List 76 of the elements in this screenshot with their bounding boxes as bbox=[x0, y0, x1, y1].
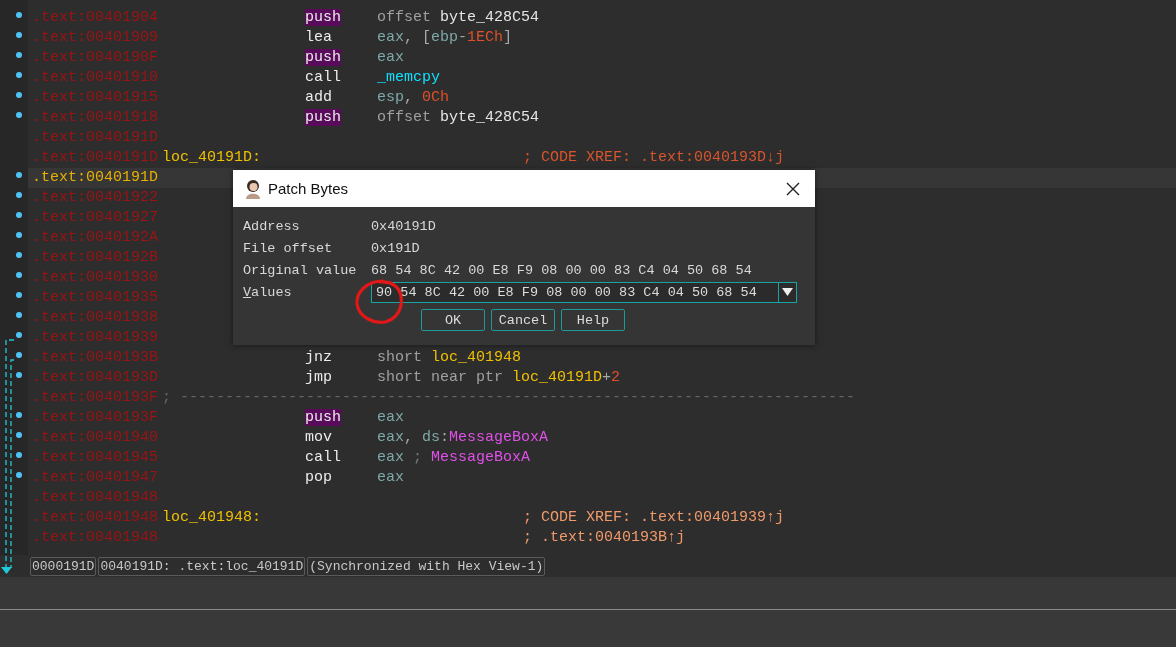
status-cell: 0040191D: .text:loc_40191D bbox=[98, 556, 306, 576]
mnemonic-text: lea bbox=[305, 29, 332, 46]
address-text: .text:0040191D bbox=[31, 148, 160, 168]
comment-text: ; CODE XREF: .text:00401939↑j bbox=[523, 508, 785, 528]
field-label: Address bbox=[243, 218, 301, 234]
address-text: .text:00401930 bbox=[31, 268, 160, 288]
operand-text: eax ; MessageBoxA bbox=[377, 449, 531, 466]
field-label: Original value bbox=[243, 262, 358, 278]
close-icon bbox=[786, 181, 800, 196]
address-text: .text:00401938 bbox=[31, 308, 160, 328]
mnemonic-text: push bbox=[305, 409, 341, 426]
operand-text: eax, [ebp-1ECh] bbox=[377, 29, 513, 46]
address-text: .text:00401909 bbox=[31, 28, 160, 48]
dialog-title: Patch Bytes bbox=[268, 180, 350, 197]
address-text: .text:0040193D bbox=[31, 368, 160, 388]
dialog-button[interactable]: Cancel bbox=[491, 309, 555, 331]
address-text: .text:00401935 bbox=[31, 288, 160, 308]
mnemonic-text: add bbox=[305, 89, 332, 106]
address-text: .text:0040192B bbox=[31, 248, 160, 268]
operand-text: eax bbox=[377, 469, 404, 486]
label-text[interactable]: loc_401948: bbox=[162, 509, 262, 526]
mnemonic-text: call bbox=[305, 69, 341, 86]
mnemonic-text: jmp bbox=[305, 369, 332, 386]
separator-comment: ; --------------------------------------------------------------------------- bbox=[162, 389, 856, 406]
address-text: .text:00401922 bbox=[31, 188, 160, 208]
address-text: .text:00401948 bbox=[31, 508, 160, 528]
mnemonic-text: push bbox=[305, 109, 341, 126]
address-text: .text:0040193F bbox=[31, 388, 160, 408]
mnemonic-text: jnz bbox=[305, 349, 332, 366]
address-text: .text:00401948 bbox=[31, 528, 160, 548]
address-text: .text:00401910 bbox=[31, 68, 160, 88]
address-text: .text:00401948 bbox=[31, 488, 160, 508]
comment-text: ; .text:0040193B↑j bbox=[523, 528, 686, 548]
caret-icon bbox=[782, 288, 793, 296]
mnemonic-text: push bbox=[305, 9, 341, 26]
mnemonic-text: pop bbox=[305, 469, 332, 486]
mnemonic-text: push bbox=[305, 49, 341, 66]
field-value: 68 54 8C 42 00 E8 F9 08 00 00 83 C4 04 50 68 54 bbox=[371, 262, 752, 278]
portrait-icon bbox=[243, 177, 263, 200]
address-text: .text:0040190F bbox=[31, 48, 160, 68]
label-text[interactable]: loc_40191D: bbox=[162, 149, 262, 166]
operand-text: offset byte_428C54 bbox=[377, 9, 540, 26]
operand-text: offset byte_428C54 bbox=[377, 109, 540, 126]
address-text: .text:00401904 bbox=[31, 8, 160, 28]
address-text: .text:00401947 bbox=[31, 468, 160, 488]
address-text: .text:0040193B bbox=[31, 348, 160, 368]
dropdown-button[interactable] bbox=[778, 281, 797, 303]
operand-text: _memcpy bbox=[377, 69, 440, 86]
status-cell: (Synchronized with Hex View-1) bbox=[307, 556, 546, 576]
operand-text: eax bbox=[377, 49, 404, 66]
field-label: Values bbox=[243, 284, 293, 300]
address-text: .text:0040192A bbox=[31, 228, 160, 248]
address-text: .text:00401940 bbox=[31, 428, 160, 448]
operand-text: short near ptr loc_40191D+2 bbox=[377, 369, 621, 386]
address-text: .text:0040191D bbox=[31, 168, 160, 188]
mnemonic-text: call bbox=[305, 449, 341, 466]
address-text: .text:00401945 bbox=[31, 448, 160, 468]
dialog-button[interactable]: OK bbox=[421, 309, 485, 331]
operand-text: eax bbox=[377, 409, 404, 426]
address-text: .text:00401918 bbox=[31, 108, 160, 128]
field-label: File offset bbox=[243, 240, 334, 256]
operand-text: esp, 0Ch bbox=[377, 89, 450, 106]
operand-text: short loc_401948 bbox=[377, 349, 522, 366]
mnemonic-text: mov bbox=[305, 429, 332, 446]
field-value: 0x191D bbox=[371, 240, 420, 256]
address-text: .text:00401927 bbox=[31, 208, 160, 228]
dialog-button[interactable]: Help bbox=[561, 309, 625, 331]
values-field[interactable]: 90 54 8C 42 00 E8 F9 08 00 00 83 C4 04 50 68 54 bbox=[371, 281, 778, 303]
address-text: .text:0040191D bbox=[31, 128, 160, 148]
operand-text: eax, ds:MessageBoxA bbox=[377, 429, 549, 446]
address-text: .text:00401915 bbox=[31, 88, 160, 108]
status-cell: 0000191D bbox=[30, 556, 97, 576]
address-text: .text:00401939 bbox=[31, 328, 160, 348]
comment-text: ; CODE XREF: .text:0040193D↓j bbox=[523, 148, 785, 168]
address-text: .text:0040193F bbox=[31, 408, 160, 428]
field-value: 0x40191D bbox=[371, 218, 436, 234]
